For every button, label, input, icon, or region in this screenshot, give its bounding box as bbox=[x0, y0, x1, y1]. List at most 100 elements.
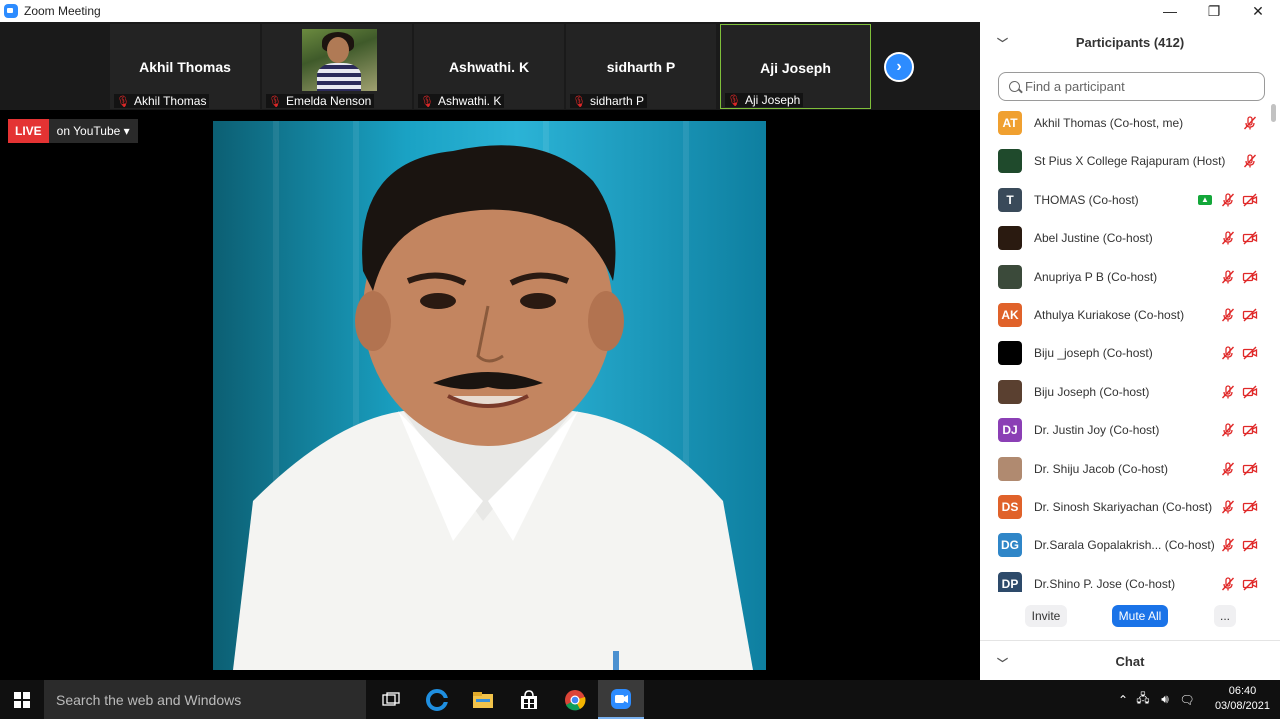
video-off-icon[interactable] bbox=[1242, 230, 1258, 246]
mic-muted-icon: 🎙︎ bbox=[727, 94, 741, 107]
participant-row[interactable]: Abel Justine (Co-host) bbox=[980, 219, 1270, 257]
video-tile[interactable]: 🎙︎ Emelda Nenson bbox=[262, 24, 412, 109]
participant-name: Dr.Sarala Gopalakrish... (Co-host) bbox=[1034, 538, 1215, 553]
participant-row[interactable]: St Pius X College Rajapuram (Host) bbox=[980, 142, 1270, 180]
main-shared-video bbox=[213, 121, 766, 670]
mute-all-button[interactable]: Mute All bbox=[1112, 605, 1168, 627]
edge-browser-button[interactable] bbox=[414, 680, 460, 719]
chevron-right-icon: › bbox=[896, 58, 902, 75]
participant-avatar: AK bbox=[998, 303, 1022, 327]
participant-row[interactable]: T THOMAS (Co-host) ▲ bbox=[980, 181, 1270, 219]
video-tile[interactable]: Ashwathi. K 🎙︎ Ashwathi. K bbox=[414, 24, 564, 109]
mic-muted-icon[interactable] bbox=[1220, 576, 1236, 592]
start-button[interactable] bbox=[0, 680, 44, 719]
tile-name-label: 🎙︎ Emelda Nenson bbox=[266, 94, 375, 108]
mic-muted-icon[interactable] bbox=[1220, 345, 1236, 361]
network-icon[interactable]: 🖧 bbox=[1132, 689, 1154, 710]
taskbar-search-box[interactable]: Search the web and Windows bbox=[44, 680, 366, 719]
taskbar-search-placeholder: Search the web and Windows bbox=[56, 691, 242, 708]
clock-time: 06:40 bbox=[1228, 685, 1257, 697]
next-page-button[interactable]: › bbox=[884, 52, 914, 82]
volume-icon[interactable]: 🔊︎ bbox=[1154, 692, 1176, 707]
chevron-down-icon[interactable]: ﹀ bbox=[997, 35, 1008, 51]
video-off-icon[interactable] bbox=[1242, 192, 1258, 208]
system-tray: ⌃ 🖧 🔊︎ 🗨 bbox=[1114, 680, 1198, 719]
video-off-icon[interactable] bbox=[1242, 461, 1258, 477]
mic-muted-icon[interactable] bbox=[1220, 461, 1236, 477]
video-tile[interactable]: Akhil Thomas 🎙︎ Akhil Thomas bbox=[110, 24, 260, 109]
mic-muted-icon[interactable] bbox=[1220, 192, 1236, 208]
zoom-app-icon bbox=[611, 688, 631, 709]
tile-display-name: sidharth P bbox=[606, 59, 676, 75]
file-explorer-button[interactable] bbox=[460, 680, 506, 719]
participant-search-input[interactable] bbox=[1025, 79, 1245, 94]
participant-list-scrollbar[interactable] bbox=[1271, 104, 1276, 592]
video-off-icon[interactable] bbox=[1242, 537, 1258, 553]
video-off-icon[interactable] bbox=[1242, 576, 1258, 592]
mic-muted-icon[interactable] bbox=[1220, 384, 1236, 400]
participant-row[interactable]: AK Athulya Kuriakose (Co-host) bbox=[980, 296, 1270, 334]
participants-header[interactable]: ﹀ Participants (412) bbox=[980, 22, 1280, 62]
participant-row[interactable]: AT Akhil Thomas (Co-host, me) bbox=[980, 104, 1270, 142]
video-off-icon[interactable] bbox=[1242, 307, 1258, 323]
video-off-icon[interactable] bbox=[1242, 345, 1258, 361]
chrome-button[interactable] bbox=[552, 680, 598, 719]
task-view-button[interactable] bbox=[368, 680, 414, 719]
zoom-app-button[interactable] bbox=[598, 680, 644, 719]
participant-search-box[interactable] bbox=[998, 72, 1265, 101]
participant-row[interactable]: DS Dr. Sinosh Skariyachan (Co-host) bbox=[980, 488, 1270, 526]
participant-avatar bbox=[998, 149, 1022, 174]
video-off-icon[interactable] bbox=[1242, 499, 1258, 515]
action-center-icon[interactable]: 🗨 bbox=[1176, 693, 1198, 707]
taskbar-clock[interactable]: 06:40 03/08/2021 bbox=[1215, 684, 1270, 714]
participants-panel: ﹀ Participants (412) AT Akhil Thomas (Co-… bbox=[980, 22, 1280, 680]
participant-list[interactable]: AT Akhil Thomas (Co-host, me) St Pius X Co… bbox=[980, 104, 1270, 592]
store-button[interactable] bbox=[506, 680, 552, 719]
video-tile[interactable]: sidharth P 🎙︎ sidharth P bbox=[566, 24, 716, 109]
chevron-down-icon[interactable]: ﹀ bbox=[997, 655, 1008, 671]
mic-muted-icon[interactable] bbox=[1220, 230, 1236, 246]
live-label: LIVE bbox=[8, 119, 49, 143]
participant-row[interactable]: DP Dr.Shino P. Jose (Co-host) bbox=[980, 565, 1270, 592]
participant-row[interactable]: Biju _joseph (Co-host) bbox=[980, 334, 1270, 372]
minimize-button[interactable]: — bbox=[1148, 0, 1192, 22]
tile-name-label: 🎙︎ sidharth P bbox=[570, 94, 647, 108]
chat-header[interactable]: ﹀ Chat bbox=[980, 642, 1280, 680]
video-tile-active-speaker[interactable]: Aji Joseph 🎙︎ Aji Joseph bbox=[720, 24, 871, 109]
mic-muted-icon[interactable] bbox=[1242, 153, 1258, 169]
live-platform-dropdown[interactable]: on YouTube ▾ bbox=[48, 119, 138, 143]
chat-title: Chat bbox=[1115, 653, 1145, 669]
tile-name-label: 🎙︎ Ashwathi. K bbox=[418, 94, 505, 108]
tile-display-name: Aji Joseph bbox=[760, 60, 831, 76]
mic-muted-icon[interactable] bbox=[1220, 269, 1236, 285]
participant-row[interactable]: DG Dr.Sarala Gopalakrish... (Co-host) bbox=[980, 526, 1270, 564]
participant-avatar bbox=[998, 264, 1022, 289]
mic-muted-icon[interactable] bbox=[1220, 422, 1236, 438]
participant-row[interactable]: DJ Dr. Justin Joy (Co-host) bbox=[980, 411, 1270, 449]
edge-icon bbox=[426, 688, 448, 711]
participant-row[interactable]: Dr. Shiju Jacob (Co-host) bbox=[980, 450, 1270, 488]
tile-label-text: Aji Joseph bbox=[744, 93, 801, 107]
participant-name: Dr.Shino P. Jose (Co-host) bbox=[1034, 576, 1176, 591]
chrome-icon bbox=[565, 689, 586, 710]
show-hidden-icons-chevron-icon[interactable]: ⌃ bbox=[1114, 693, 1132, 707]
mic-muted-icon[interactable] bbox=[1220, 537, 1236, 553]
participant-row[interactable]: Anupriya P B (Co-host) bbox=[980, 258, 1270, 296]
windows-logo-icon bbox=[14, 691, 30, 708]
video-off-icon[interactable] bbox=[1242, 422, 1258, 438]
mic-muted-icon[interactable] bbox=[1242, 115, 1258, 131]
video-off-icon[interactable] bbox=[1242, 269, 1258, 285]
live-stream-badge[interactable]: LIVE on YouTube ▾ bbox=[8, 119, 138, 143]
more-options-button[interactable]: ... bbox=[1214, 605, 1236, 627]
screen-share-icon: ▲ bbox=[1198, 194, 1212, 205]
participant-name: Akhil Thomas (Co-host, me) bbox=[1034, 116, 1184, 130]
mic-muted-icon[interactable] bbox=[1220, 307, 1236, 323]
mic-muted-icon[interactable] bbox=[1220, 499, 1236, 515]
close-button[interactable]: ✕ bbox=[1236, 0, 1280, 22]
restore-button[interactable]: ❐ bbox=[1192, 0, 1236, 22]
window-controls: — ❐ ✕ bbox=[1148, 0, 1280, 22]
participant-row[interactable]: Biju Joseph (Co-host) bbox=[980, 373, 1270, 411]
invite-button[interactable]: Invite bbox=[1025, 605, 1067, 627]
video-off-icon[interactable] bbox=[1242, 384, 1258, 400]
tile-label-text: Akhil Thomas bbox=[133, 94, 207, 108]
